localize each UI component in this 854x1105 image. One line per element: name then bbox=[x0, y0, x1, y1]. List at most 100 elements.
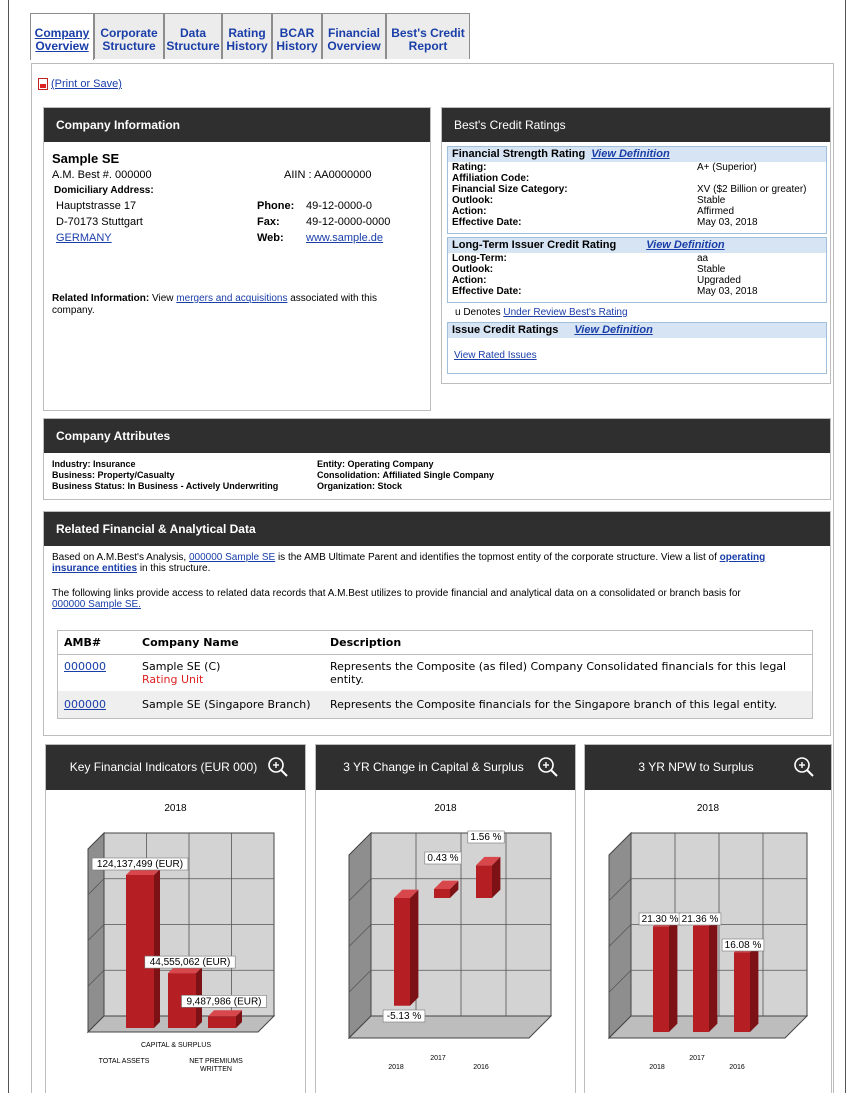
tab-company-overview[interactable]: Company Overview bbox=[30, 13, 94, 60]
chart-bar-side bbox=[410, 889, 419, 1006]
parent-link[interactable]: 000000 Sample SE bbox=[189, 552, 275, 563]
chart-data-label: 9,487,986 (EUR) bbox=[186, 996, 261, 1007]
company-name: Sample SE bbox=[52, 151, 120, 166]
phone-value: 49-12-0000-0 bbox=[306, 200, 373, 212]
chart-bar bbox=[126, 875, 154, 1028]
attributes-right: Entity: Operating Company Consolidation:… bbox=[317, 459, 495, 491]
fsr-view-definition-link[interactable]: View Definition bbox=[591, 148, 669, 160]
pdf-icon bbox=[38, 78, 48, 90]
fsr-row: Affiliation Code: bbox=[452, 173, 530, 184]
company-information-panel: Company Information Sample SE A.M. Best … bbox=[43, 107, 431, 411]
under-review-note: u Denotes Under Review Best's Rating bbox=[455, 307, 628, 318]
fsr-row: Outlook: Stable bbox=[452, 195, 726, 206]
chart-panel-title: 3 YR NPW to Surplus bbox=[585, 745, 831, 790]
web-link[interactable]: www.sample.de bbox=[306, 232, 383, 244]
issuer-credit-rating: Long-Term Issuer Credit Rating View Defin… bbox=[447, 237, 827, 303]
issue-view-definition-link[interactable]: View Definition bbox=[574, 324, 652, 336]
credit-ratings-header: Best's Credit Ratings bbox=[442, 108, 830, 142]
view-rated-issues-link[interactable]: View Rated Issues bbox=[454, 350, 537, 361]
street: Hauptstrasse 17 bbox=[56, 200, 137, 212]
chart-x-tick-label: WRITTEN bbox=[200, 1066, 232, 1073]
chart-bar bbox=[394, 898, 410, 1006]
chart-panel-title: 3 YR Change in Capital & Surplus bbox=[316, 745, 575, 790]
related-pre: View bbox=[152, 293, 174, 304]
chart-bar bbox=[653, 926, 669, 1032]
related-paragraph-2: The following links provide access to re… bbox=[52, 588, 741, 610]
icr-row: Effective Date: May 03, 2018 bbox=[452, 286, 758, 297]
zoom-icon[interactable] bbox=[793, 756, 815, 778]
amb-number: A.M. Best #. 000000 bbox=[52, 169, 152, 181]
tab-bcar-history[interactable]: BCAR History bbox=[272, 13, 322, 59]
insurance-entities-link[interactable]: insurance entities bbox=[52, 563, 137, 574]
table-row: 000000 Sample SE (C) Rating Unit Represen… bbox=[64, 660, 787, 686]
frame-left-border bbox=[8, 0, 9, 1093]
issue-credit-ratings: Issue Credit Ratings View Definition View… bbox=[447, 322, 827, 374]
chart-bar bbox=[434, 888, 450, 898]
chart-bar bbox=[693, 926, 709, 1032]
icr-title: Long-Term Issuer Credit Rating View Defin… bbox=[448, 238, 826, 253]
zoom-icon[interactable] bbox=[537, 756, 559, 778]
amb-link[interactable]: 000000 bbox=[64, 698, 106, 711]
related-tail: company. bbox=[52, 305, 95, 316]
chart-x-tick-label: 2018 bbox=[388, 1064, 404, 1071]
company-attributes-header: Company Attributes bbox=[44, 419, 830, 453]
icr-row: Outlook: Stable bbox=[452, 264, 726, 275]
related-post: associated with this bbox=[290, 293, 377, 304]
chart-bar-side bbox=[154, 869, 160, 1028]
chart-x-tick-label: TOTAL ASSETS bbox=[99, 1058, 150, 1065]
print-or-save[interactable]: (Print or Save) bbox=[38, 78, 122, 90]
chart-x-tick-label: 2016 bbox=[729, 1064, 745, 1071]
key-financial-chart: 124,137,499 (EUR) 44,555,062 (EUR) 9,487,9… bbox=[86, 831, 276, 1073]
npw-surplus-chart: 21.30 % 21.36 % 16.08 % 2018 2017 2016 bbox=[607, 831, 809, 1071]
chart-panel-npw-surplus: 3 YR NPW to Surplus 2018 21.30 % 21.36 % 1… bbox=[584, 744, 832, 1093]
tab-corporate-structure[interactable]: Corporate Structure bbox=[94, 13, 164, 59]
chart-x-tick-label: 2016 bbox=[473, 1064, 489, 1071]
country-link[interactable]: GERMANY bbox=[56, 232, 112, 244]
related-paragraph-1: Based on A.M.Best's Analysis, 000000 Sam… bbox=[52, 552, 766, 574]
related-information: Related Information: View mergers and ac… bbox=[52, 293, 412, 317]
consolidated-link[interactable]: 000000 Sample SE. bbox=[52, 599, 141, 610]
fsr-row: Effective Date: May 03, 2018 bbox=[452, 217, 758, 228]
chart-data-label: 21.30 % bbox=[642, 914, 679, 925]
frame-right-border bbox=[845, 0, 846, 1093]
tab-bar: Company Overview Corporate Structure Data S… bbox=[30, 13, 470, 60]
chart-data-label: 16.08 % bbox=[725, 940, 762, 951]
chart-bar bbox=[734, 952, 750, 1032]
print-or-save-link[interactable]: (Print or Save) bbox=[51, 78, 122, 90]
table-row: 000000 Sample SE (Singapore Branch) Repr… bbox=[58, 691, 812, 718]
chart-bar bbox=[208, 1016, 236, 1028]
chart-data-label: 0.43 % bbox=[427, 853, 458, 864]
chart-data-label: 1.56 % bbox=[470, 832, 501, 843]
chart-data-label: -5.13 % bbox=[387, 1011, 422, 1022]
city: D-70173 Stuttgart bbox=[56, 216, 143, 228]
tab-financial-overview[interactable]: Financial Overview bbox=[322, 13, 386, 59]
tab-bests-credit-report[interactable]: Best's Credit Report bbox=[386, 13, 470, 59]
fax-label: Fax: bbox=[257, 216, 280, 228]
tab-rating-history[interactable]: Rating History bbox=[222, 13, 272, 59]
aiin: AIIN : AA0000000 bbox=[284, 169, 372, 181]
fsr-title: Financial Strength Rating View Definition bbox=[448, 147, 826, 162]
operating-link[interactable]: operating bbox=[720, 552, 766, 563]
tab-data-structure[interactable]: Data Structure bbox=[164, 13, 222, 59]
icr-row: Action: Upgraded bbox=[452, 275, 741, 286]
related-data-panel: Related Financial & Analytical Data Base… bbox=[43, 511, 831, 736]
web-label: Web: bbox=[257, 232, 284, 244]
company-information-header: Company Information bbox=[44, 108, 430, 142]
amb-link[interactable]: 000000 bbox=[64, 660, 106, 673]
company-attributes-panel: Company Attributes Industry: Insurance B… bbox=[43, 418, 831, 500]
zoom-icon[interactable] bbox=[267, 756, 289, 778]
phone-label: Phone: bbox=[257, 200, 295, 212]
domiciliary-label: Domiciliary Address: bbox=[54, 185, 154, 196]
chart-bar-side bbox=[669, 917, 678, 1032]
issue-title: Issue Credit Ratings View Definition bbox=[448, 323, 826, 338]
chart-floor bbox=[347, 1015, 553, 1039]
chart-x-tick-label: CAPITAL & SURPLUS bbox=[141, 1042, 211, 1049]
chart-x-tick-label: 2017 bbox=[689, 1055, 705, 1062]
icr-view-definition-link[interactable]: View Definition bbox=[646, 239, 724, 251]
under-review-link[interactable]: Under Review Best's Rating bbox=[503, 307, 627, 318]
mergers-link[interactable]: mergers and acquisitions bbox=[176, 293, 287, 304]
chart-bar bbox=[476, 865, 492, 898]
chart-panel-capital-change: 3 YR Change in Capital & Surplus 2018 -5… bbox=[315, 744, 576, 1093]
chart-x-tick-label: NET PREMIUMS bbox=[189, 1058, 243, 1065]
chart-panel-key-financial: Key Financial Indicators (EUR 000) 2018 … bbox=[45, 744, 306, 1093]
